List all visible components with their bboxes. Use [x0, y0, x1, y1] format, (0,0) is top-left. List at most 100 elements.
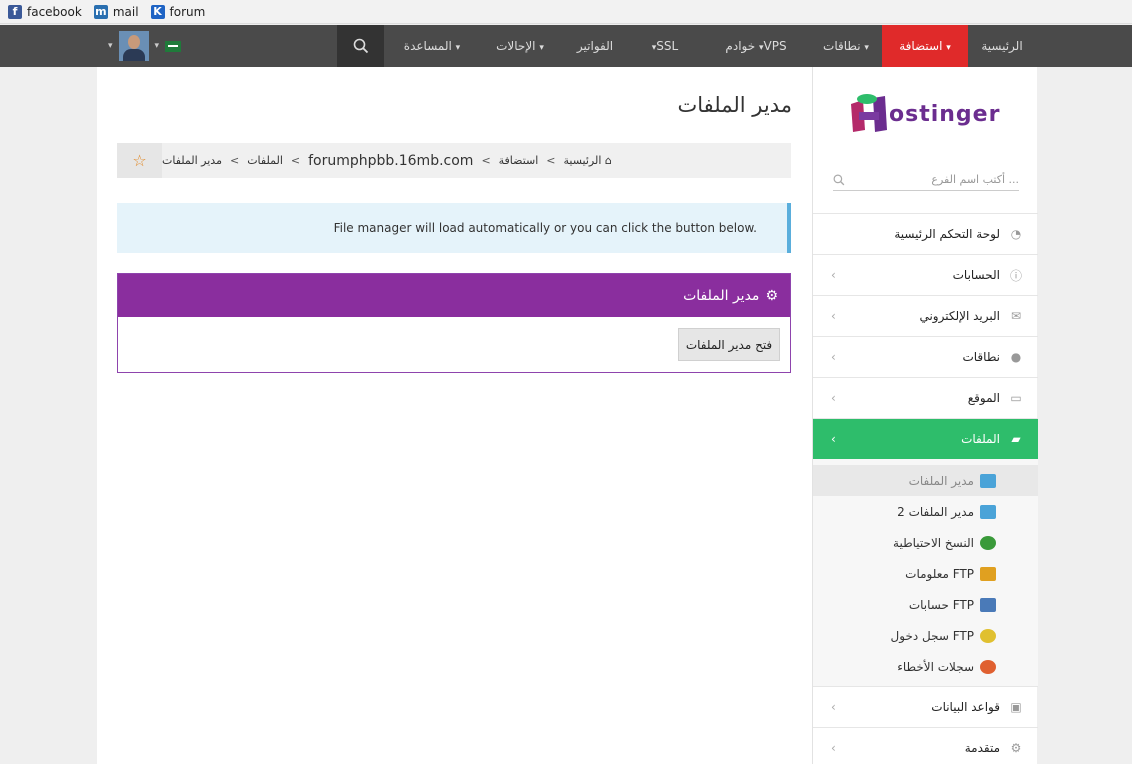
file-manager-icon: [980, 473, 996, 488]
gears-icon: ⚙: [1010, 741, 1022, 755]
submenu-label: حسابات FTP: [908, 597, 974, 612]
bookmark-label: facebook: [27, 4, 82, 19]
breadcrumb-hosting[interactable]: استضافة: [499, 154, 539, 167]
nav-billing[interactable]: الفواتير: [566, 25, 624, 67]
logo-text: ostinger: [889, 101, 1001, 127]
submenu-label: مدير الملفات 2: [897, 504, 974, 519]
folder-open-icon: ▰: [1011, 432, 1021, 446]
user-menu[interactable]: ▾ ▾: [108, 31, 182, 61]
globe-icon: ●: [1010, 350, 1022, 364]
sidebar-item-label: لوحة التحكم الرئيسية: [894, 227, 1000, 241]
ftp-info-icon: [980, 566, 996, 581]
nav-hosting[interactable]: استضافة ▾: [882, 25, 968, 73]
nav-home-label: الرئيسية: [981, 39, 1023, 53]
dashboard-icon: ◔: [1010, 227, 1022, 241]
chevron-left-icon: ‹: [831, 432, 836, 446]
breadcrumb-domain[interactable]: forumphpbb.16mb.com: [308, 153, 473, 169]
chevron-left-icon: ‹: [831, 350, 836, 364]
flag-icon[interactable]: [165, 40, 182, 52]
submenu-ftp-log[interactable]: سجل دخول FTP: [813, 620, 1038, 651]
favorite-star-button[interactable]: ☆: [117, 143, 162, 178]
sidebar-item-databases[interactable]: ‹ قواعد البيانات ▣: [813, 686, 1038, 727]
bookmarks-bar: f facebook m mail K forum: [0, 0, 1132, 24]
files-submenu: مدير الملفات مدير الملفات 2 النسخ الاحتي…: [813, 459, 1038, 686]
sidebar-item-accounts[interactable]: ‹ الحسابات ⓘ: [813, 254, 1038, 295]
envelope-icon: ✉: [1010, 309, 1022, 323]
panel-header: مدير الملفات ⚙: [118, 274, 790, 317]
submenu-ftp-info[interactable]: معلومات FTP: [813, 558, 1038, 589]
monitor-icon: ▭: [1010, 391, 1022, 405]
nav-domains-label: نطاقات: [823, 39, 861, 53]
database-icon: ▣: [1010, 700, 1022, 714]
sidebar: ostinger أكتب اسم الفرع ... لوحة التحكم …: [812, 67, 1038, 764]
submenu-label: معلومات FTP: [905, 566, 974, 581]
open-file-manager-button[interactable]: فتح مدير الملفات: [678, 328, 780, 361]
sidebar-item-files[interactable]: ‹ الملفات ▰: [813, 418, 1038, 459]
logo-mark: [845, 90, 893, 138]
backup-icon: [980, 535, 996, 550]
sidebar-item-dashboard[interactable]: لوحة التحكم الرئيسية ◔: [813, 213, 1038, 254]
chevron-down-icon: ▾: [455, 43, 461, 53]
sidebar-item-label: متقدمة: [964, 741, 1000, 755]
chevron-down-icon: ▾: [539, 43, 544, 53]
nav-referrals[interactable]: الإحالات ▾: [480, 25, 560, 67]
nav-help[interactable]: المساعدة ▾: [392, 25, 472, 67]
breadcrumb-files[interactable]: الملفات: [247, 154, 283, 167]
breadcrumb-separator: >: [481, 154, 491, 167]
nav-domains[interactable]: نطاقات ▾: [810, 25, 882, 67]
sidebar-item-label: البريد الإلكتروني: [919, 309, 1000, 323]
breadcrumb-home[interactable]: ⌂ الرئيسية: [564, 154, 612, 167]
chevron-down-icon: ▾: [946, 43, 951, 53]
chevron-left-icon: ‹: [831, 741, 836, 755]
bookmark-facebook[interactable]: f facebook: [8, 4, 82, 19]
info-alert-text: File manager will load automatically or …: [333, 221, 757, 235]
top-navbar: الرئيسية استضافة ▾ نطاقات ▾ خوادم ▾VPS ▾…: [0, 25, 1132, 73]
nav-billing-label: الفواتير: [576, 39, 614, 53]
info-icon: ⓘ: [1009, 268, 1022, 283]
hostinger-logo[interactable]: ostinger: [845, 89, 1010, 139]
error-log-icon: [980, 659, 996, 674]
nav-ssl[interactable]: ▾SSL: [632, 25, 698, 67]
sidebar-item-email[interactable]: ‹ البريد الإلكتروني ✉: [813, 295, 1038, 336]
ftp-log-icon: [980, 628, 996, 643]
breadcrumb-separator: >: [290, 154, 301, 167]
info-alert: File manager will load automatically or …: [117, 203, 791, 253]
submenu-label: مدير الملفات: [908, 473, 974, 488]
sidebar-item-label: الحسابات: [952, 268, 1000, 282]
chevron-left-icon: ‹: [831, 268, 836, 282]
panel-title: مدير الملفات: [683, 287, 760, 304]
submenu-label: سجلات الأخطاء: [897, 659, 974, 674]
bookmark-forum[interactable]: K forum: [150, 4, 205, 19]
facebook-icon: f: [8, 4, 22, 19]
bookmark-label: mail: [112, 4, 139, 19]
sidebar-item-domains[interactable]: ‹ نطاقات ●: [813, 336, 1038, 377]
submenu-error-logs[interactable]: سجلات الأخطاء: [813, 651, 1038, 682]
submenu-ftp-accounts[interactable]: حسابات FTP: [813, 589, 1038, 620]
nav-servers[interactable]: خوادم ▾VPS: [704, 25, 808, 67]
bookmark-mail[interactable]: m mail: [93, 4, 139, 19]
sidebar-item-website[interactable]: ‹ الموقع ▭: [813, 377, 1038, 418]
nav-referrals-label: الإحالات: [496, 39, 536, 53]
file-manager-panel: مدير الملفات ⚙ فتح مدير الملفات: [117, 273, 791, 373]
nav-ssl-label: SSL: [656, 39, 679, 53]
avatar[interactable]: [118, 31, 149, 61]
panel-body: فتح مدير الملفات: [118, 317, 790, 372]
ftp-accounts-icon: [980, 597, 996, 612]
breadcrumb: ☆ ⌂ الرئيسية > استضافة > forumphpbb.16mb…: [117, 143, 791, 178]
sidebar-search-input[interactable]: أكتب اسم الفرع ...: [931, 173, 1019, 186]
submenu-file-manager[interactable]: مدير الملفات: [813, 465, 1038, 496]
nav-hosting-label: استضافة: [899, 39, 943, 53]
nav-search-button[interactable]: [337, 25, 384, 67]
home-icon: ⌂: [604, 154, 612, 167]
submenu-backups[interactable]: النسخ الاحتياطية: [813, 527, 1038, 558]
sidebar-search[interactable]: أكتب اسم الفرع ...: [833, 169, 1019, 191]
chevron-left-icon: ‹: [831, 309, 836, 323]
gears-icon: ⚙: [765, 287, 778, 304]
forum-icon: K: [150, 4, 165, 19]
sidebar-item-advanced[interactable]: ‹ متقدمة ⚙: [813, 727, 1038, 764]
nav-servers-label: خوادم: [725, 39, 756, 53]
breadcrumb-separator: >: [229, 154, 240, 167]
submenu-file-manager-2[interactable]: مدير الملفات 2: [813, 496, 1038, 527]
nav-home[interactable]: الرئيسية: [970, 25, 1034, 67]
sidebar-menu: لوحة التحكم الرئيسية ◔ ‹ الحسابات ⓘ ‹ ال…: [813, 213, 1038, 764]
